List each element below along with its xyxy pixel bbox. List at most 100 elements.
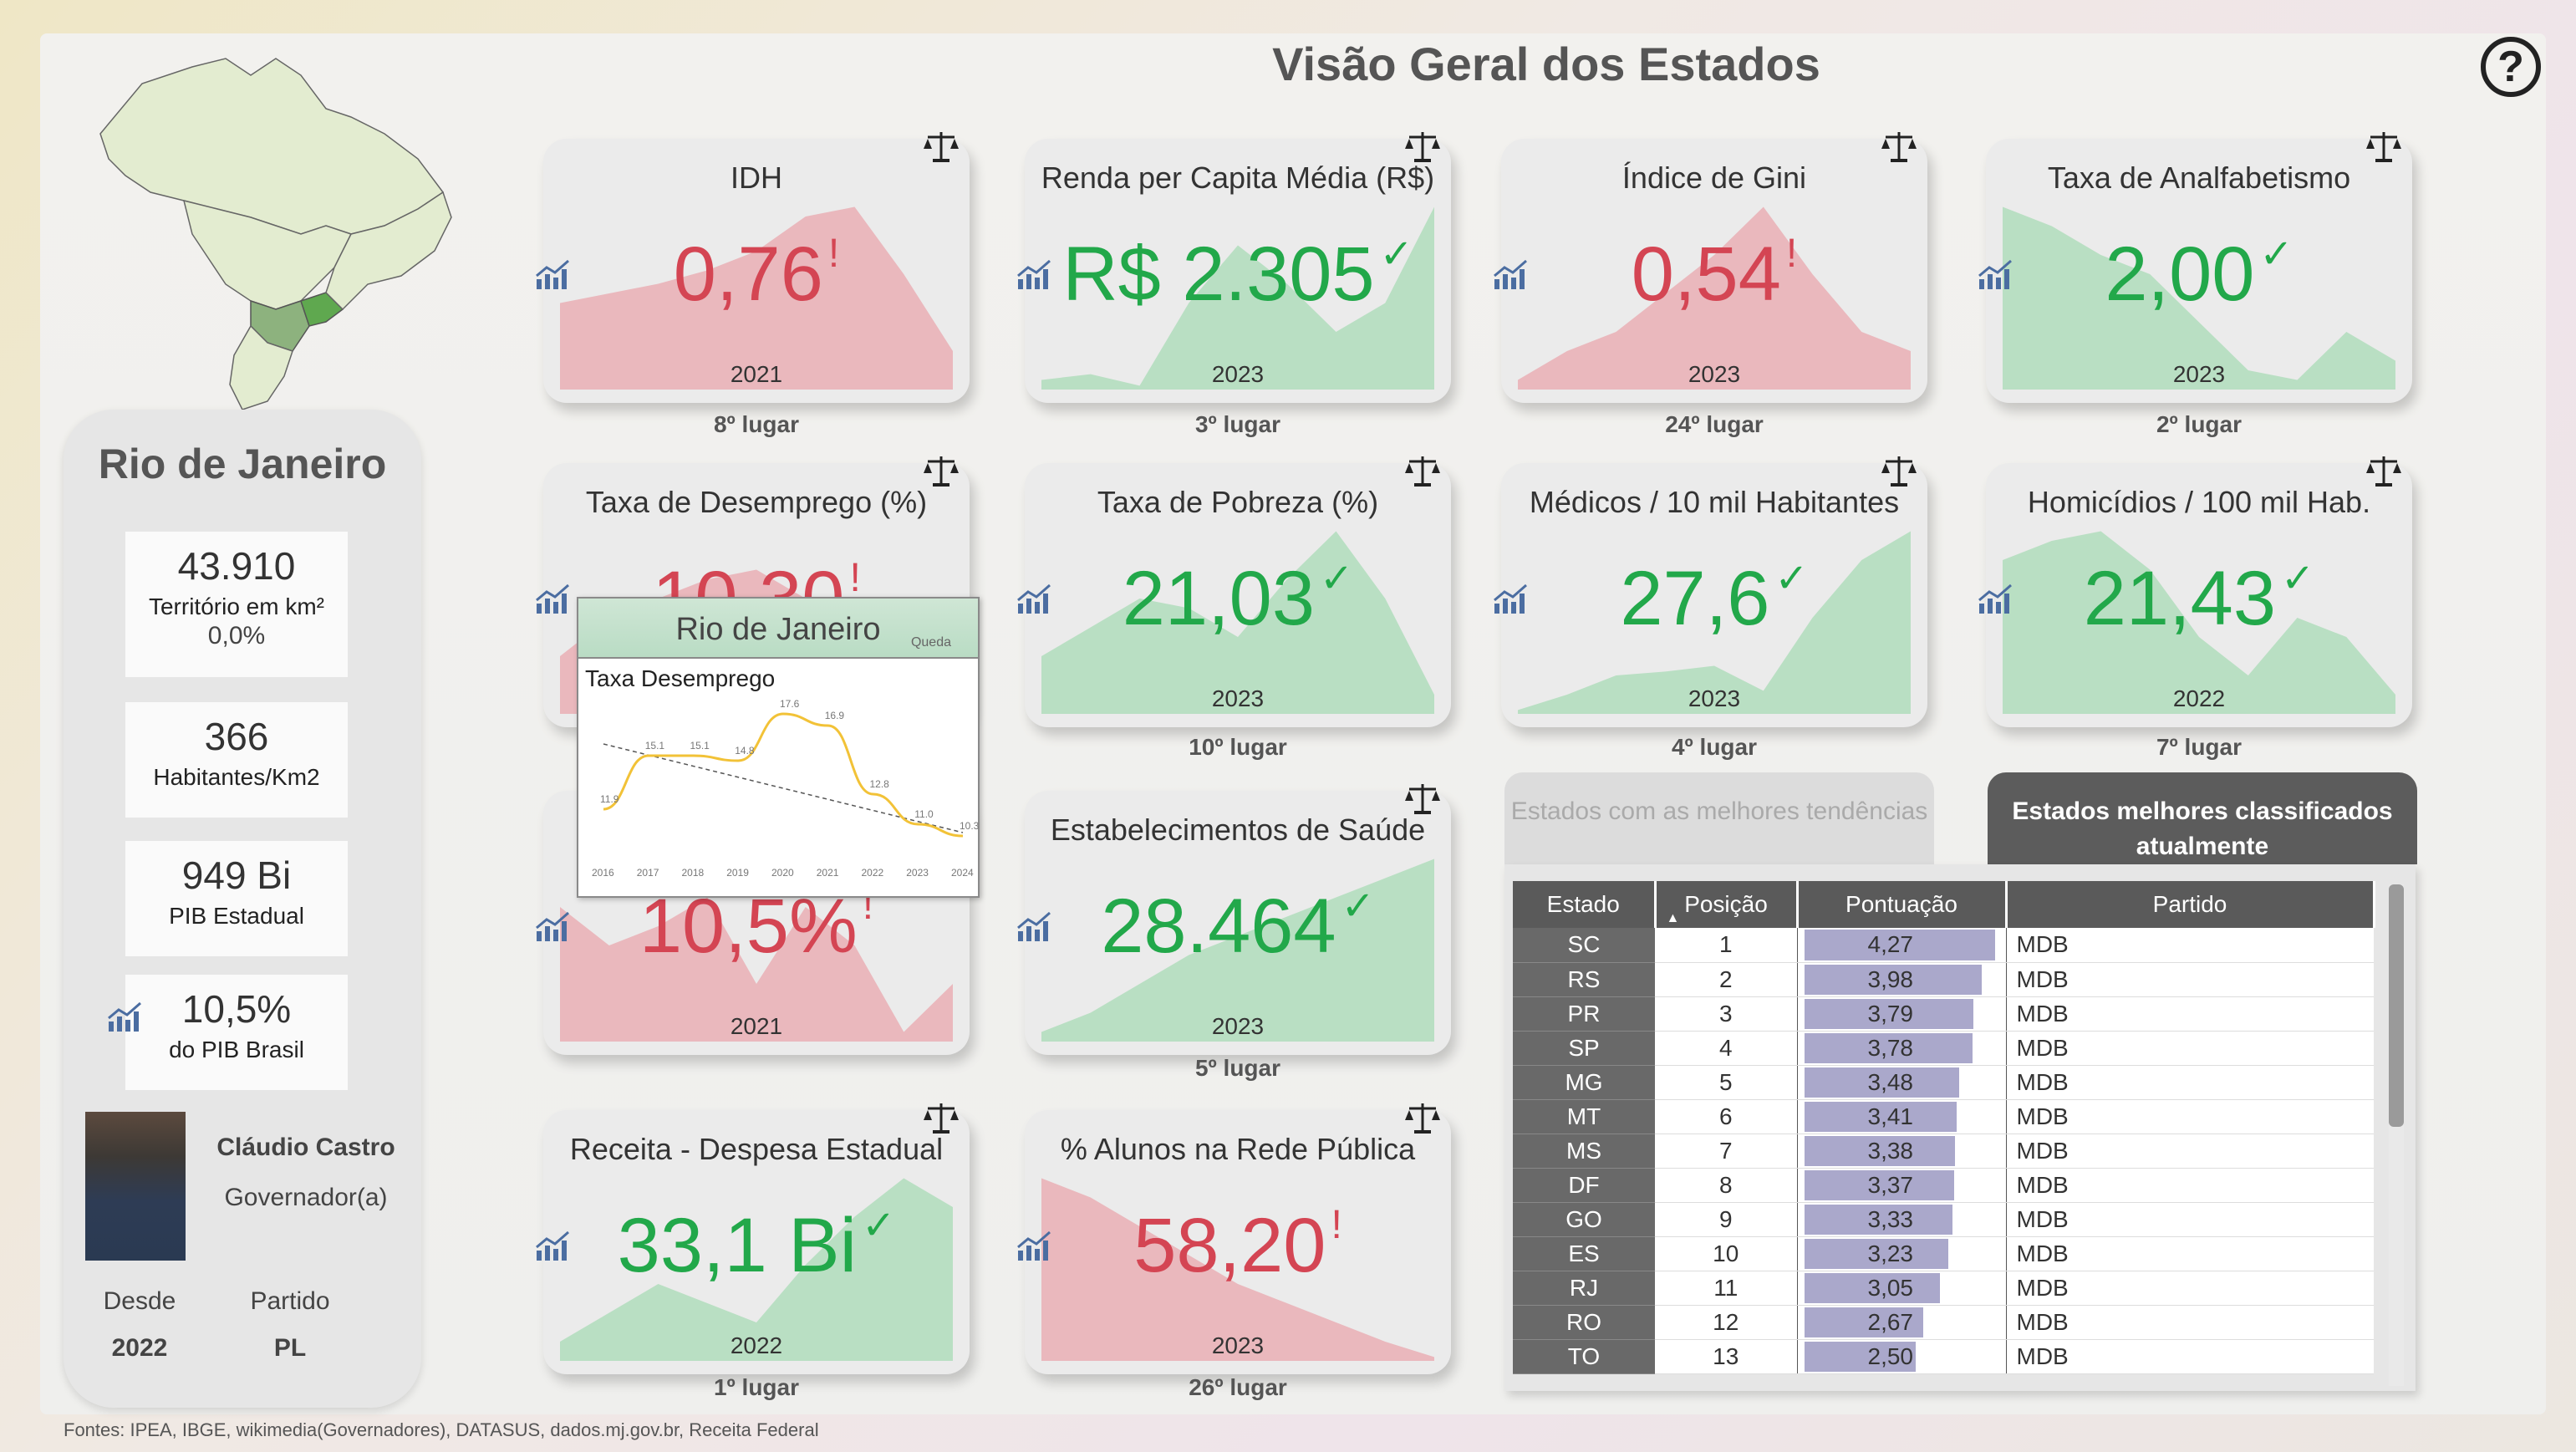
table-row[interactable]: PR 3 3,79 MDB (1513, 996, 2374, 1032)
kpi-value-text: 27,6 (1620, 556, 1770, 641)
cell-pontuacao: 4,27 (1797, 928, 2007, 963)
balance-scale-icon[interactable] (1404, 1102, 1441, 1135)
table-row[interactable]: RJ 11 3,05 MDB (1513, 1271, 2374, 1306)
trend-chart-icon[interactable] (535, 909, 572, 943)
kpi-rank: 8º lugar (713, 411, 800, 437)
trend-chart-icon[interactable] (107, 1000, 144, 1033)
table-scrollbar[interactable] (2389, 884, 2404, 1386)
cell-posicao: 11 (1655, 1271, 1798, 1306)
tab-best-trends[interactable]: Estados com as melhores tendências (1504, 772, 1934, 864)
x-tick-label: 2023 (906, 867, 929, 879)
balance-scale-icon[interactable] (2365, 455, 2402, 488)
col-posicao[interactable]: Posição ▲ (1655, 881, 1799, 928)
kpi-rank: 2º lugar (2156, 411, 2243, 437)
trend-chart-icon[interactable] (1016, 909, 1053, 943)
score-text: 3,37 (1867, 1171, 1914, 1198)
help-icon[interactable]: ? (2481, 37, 2541, 97)
kpi-card[interactable]: Índice de Gini 0,54! 2023 (1501, 139, 1927, 403)
trend-chart-icon[interactable] (1016, 257, 1053, 291)
score-text: 3,48 (1867, 1068, 1914, 1095)
table-row[interactable]: ES 10 3,23 MDB (1513, 1236, 2374, 1271)
table-row[interactable]: RS 2 3,98 MDB (1513, 962, 2374, 997)
kpi-card[interactable]: Taxa de Pobreza (%) 21,03 ✓ 2023 (1025, 463, 1451, 727)
trend-chart-icon[interactable] (1493, 582, 1530, 615)
kpi-card[interactable]: Médicos / 10 mil Habitantes 27,6 ✓ 2023 (1501, 463, 1927, 727)
cell-pontuacao: 3,23 (1797, 1236, 2007, 1271)
cell-estado: RO (1513, 1305, 1655, 1340)
balance-scale-icon[interactable] (2365, 130, 2402, 164)
kpi-card[interactable]: Homicídios / 100 mil Hab. 21,43 ✓ 2022 (1986, 463, 2412, 727)
trend-chart-icon[interactable] (1493, 257, 1530, 291)
table-row[interactable]: DF 8 3,37 MDB (1513, 1168, 2374, 1203)
table-row[interactable]: GO 9 3,33 MDB (1513, 1202, 2374, 1237)
cell-estado: DF (1513, 1168, 1655, 1203)
score-text: 2,67 (1867, 1308, 1914, 1335)
trend-chart-icon[interactable] (535, 582, 572, 615)
kpi-rank: 4º lugar (1671, 734, 1758, 760)
trend-chart-icon[interactable] (1978, 582, 2014, 615)
balance-scale-icon[interactable] (1404, 130, 1441, 164)
col-partido[interactable]: Partido (2006, 881, 2375, 928)
cell-estado: ES (1513, 1236, 1655, 1271)
cell-pontuacao: 3,38 (1797, 1134, 2007, 1169)
map-north-region[interactable] (99, 58, 445, 235)
kpi-title: Taxa de Analfabetismo (2047, 160, 2351, 195)
table-row[interactable]: RO 12 2,67 MDB (1513, 1305, 2374, 1340)
cell-posicao: 4 (1655, 1031, 1798, 1066)
tab-best-ranked[interactable]: Estados melhores classificados atualment… (1988, 772, 2417, 864)
table-body: SC 1 4,27 MDB RS 2 3,98 MDB PR 3 3,79 MDB SP 4 3,78 MDB… (1513, 928, 2374, 1374)
trend-chart-icon[interactable] (1978, 257, 2014, 291)
kpi-card[interactable]: Estabelecimentos de Saúde 28.464 ✓ 2023 (1025, 791, 1451, 1055)
kpi-card[interactable]: IDH 0,76! 2021 (543, 139, 970, 403)
balance-scale-icon[interactable] (1881, 455, 1917, 488)
state-name: Rio de Janeiro (98, 441, 387, 487)
table-row[interactable]: SP 4 3,78 MDB (1513, 1031, 2374, 1066)
table-row[interactable]: MG 5 3,48 MDB (1513, 1065, 2374, 1100)
x-tick-label: 2016 (592, 867, 614, 879)
table-row[interactable]: SC 1 4,27 MDB (1513, 928, 2374, 963)
kpi-year: 2021 (730, 361, 783, 387)
table-row[interactable]: MT 6 3,41 MDB (1513, 1099, 2374, 1134)
trend-chart-icon[interactable] (535, 257, 572, 291)
kpi-value-text: 21,03 (1122, 556, 1315, 641)
kpi-year: 2023 (1211, 1013, 1265, 1039)
table-row[interactable]: MS 7 3,38 MDB (1513, 1134, 2374, 1169)
balance-scale-icon[interactable] (1404, 782, 1441, 816)
table-header-row: Estado Posição ▲ Pontuação Partido (1513, 881, 2375, 928)
since-label: Desde (103, 1287, 176, 1315)
balance-scale-icon[interactable] (1404, 455, 1441, 488)
kpi-card[interactable]: Renda per Capita Média (R$) R$ 2.305 ✓ 2023 (1025, 139, 1451, 403)
gdp-value: 949 Bi (181, 853, 292, 897)
trend-chart-icon[interactable] (535, 1229, 572, 1262)
kpi-value-text: 0,76 (673, 232, 823, 317)
density-box: 366 Habitantes/Km2 (125, 702, 348, 818)
col-estado[interactable]: Estado (1513, 881, 1657, 928)
kpi-card[interactable]: Taxa de Analfabetismo 2,00 ✓ 2023 (1986, 139, 2412, 403)
gdp-label: PIB Estadual (169, 903, 304, 929)
balance-scale-icon[interactable] (923, 1102, 960, 1135)
scrollbar-thumb[interactable] (2389, 884, 2404, 1127)
table-row[interactable]: TO 13 2,50 MDB (1513, 1339, 2374, 1374)
check-icon: ✓ (1379, 232, 1413, 277)
brazil-map[interactable] (50, 33, 468, 418)
x-tick-label: 2021 (817, 867, 839, 879)
balance-scale-icon[interactable] (923, 455, 960, 488)
kpi-card[interactable]: % Alunos na Rede Pública 58,20! 2023 (1025, 1110, 1451, 1374)
cell-estado: TO (1513, 1339, 1655, 1374)
score-text: 3,78 (1867, 1034, 1914, 1061)
kpi-year: 2023 (1211, 1332, 1265, 1358)
kpi-title: Receita - Despesa Estadual (569, 1132, 944, 1166)
balance-scale-icon[interactable] (1881, 130, 1917, 164)
kpi-value-text: 33,1 Bi (617, 1203, 858, 1288)
balance-scale-icon[interactable] (923, 130, 960, 164)
cell-estado: MT (1513, 1099, 1655, 1134)
col-pontuacao[interactable]: Pontuação (1797, 881, 2008, 928)
kpi-value: 21,03 ✓ (1025, 555, 1451, 643)
kpi-card[interactable]: Receita - Despesa Estadual 33,1 Bi ✓ 2022 (543, 1110, 970, 1374)
kpi-value: 21,43 ✓ (1986, 555, 2412, 643)
trend-chart-icon[interactable] (1016, 582, 1053, 615)
trend-chart-icon[interactable] (1016, 1229, 1053, 1262)
kpi-year: 2023 (1211, 685, 1265, 711)
x-tick-label: 2019 (726, 867, 749, 879)
data-label: 15.1 (645, 740, 665, 751)
